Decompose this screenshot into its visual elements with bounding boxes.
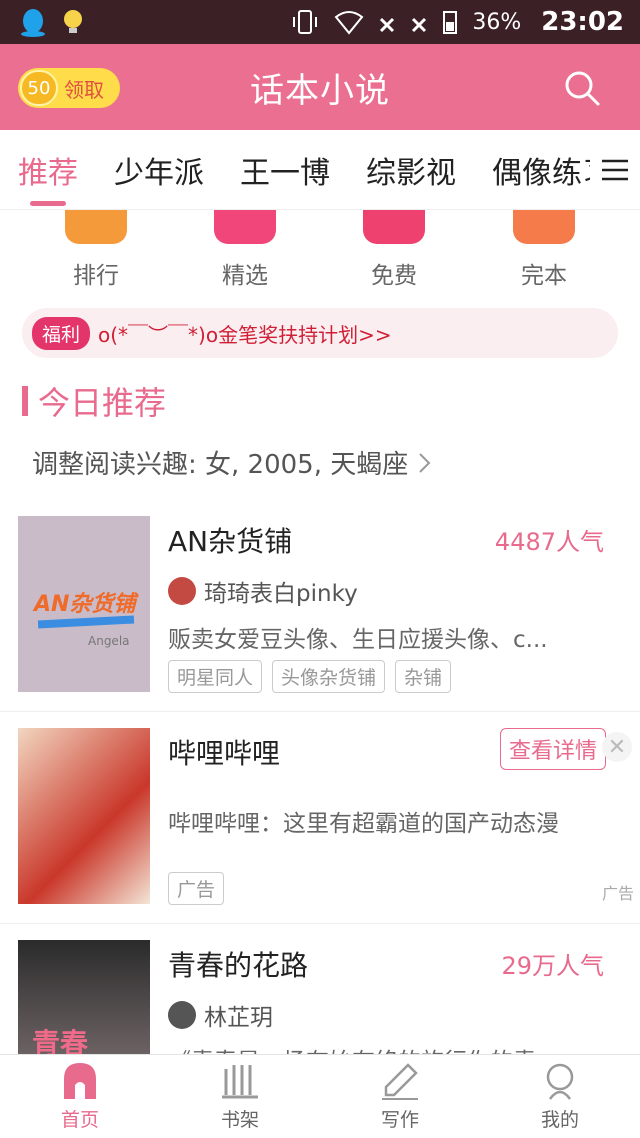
claim-label: 领取 [64, 77, 104, 102]
interest-text: 调整阅读兴趣: 女, 2005, 天蝎座 [32, 450, 409, 480]
bulb-notification-icon [64, 10, 82, 33]
avatar [168, 1001, 196, 1029]
ranking-label: 排行 [73, 263, 119, 289]
author-row: 林芷玥 [168, 998, 273, 1032]
claim-coins-button[interactable]: 50 领取 [18, 68, 120, 108]
star-icon [214, 210, 276, 244]
welfare-badge: 福利 [32, 316, 91, 350]
ad-tag: 广告 [168, 872, 225, 905]
tag[interactable]: 杂铺 [395, 660, 452, 693]
nav-home[interactable]: 首页 [0, 1055, 160, 1138]
tag[interactable]: 明星同人 [168, 660, 263, 693]
menu-icon [602, 159, 628, 181]
category-tabs: 推荐 少年派 王一博 综影视 偶像练习生 [0, 130, 640, 210]
ranking-shortcut[interactable]: 排行 [41, 210, 151, 290]
tab-film-tv[interactable]: 综影视 [366, 130, 456, 209]
cover-title: AN杂货铺 [34, 592, 136, 617]
profile-icon [546, 1063, 574, 1100]
tab-shaonianpai[interactable]: 少年派 [114, 130, 204, 209]
nav-write-label: 写作 [380, 1109, 419, 1131]
signal-off-icon-1 [380, 17, 395, 33]
tab-recommend[interactable]: 推荐 [18, 130, 78, 209]
book-cover: 青春 [18, 940, 150, 1054]
avatar [168, 577, 196, 605]
view-details-button[interactable]: 查看详情 [499, 728, 606, 770]
battery-icon [443, 11, 458, 34]
category-shortcuts: 排行 精选 免费 完本 [0, 210, 640, 300]
popularity: 29万人气 [501, 952, 604, 980]
cover-subtitle: Angela [88, 634, 130, 648]
welfare-banner[interactable]: 福利 o(*￣︶￣*)o金笔奖扶持计划>> [22, 308, 618, 358]
tabs-menu-button[interactable] [590, 130, 640, 209]
coin-icon: 50 [20, 70, 58, 106]
chevron-right-icon [419, 452, 431, 473]
adjust-interest-link[interactable]: 调整阅读兴趣: 女, 2005, 天蝎座 [32, 444, 434, 481]
tab-wangyibo[interactable]: 王一博 [240, 130, 330, 209]
pencil-icon [382, 1063, 418, 1100]
book-card[interactable]: AN杂货铺 Angela AN杂货铺 4487人气 琦琦表白pinky 贩卖女爱… [0, 500, 640, 712]
battery-percent: 36% [472, 9, 522, 35]
home-icon [64, 1063, 96, 1099]
bottom-nav: 首页 书架 写作 我的 [0, 1054, 640, 1138]
search-icon[interactable] [562, 68, 602, 108]
trophy-icon [65, 210, 127, 244]
section-title: 今日推荐 [38, 384, 167, 422]
book-card[interactable]: 青春 青春的花路 29万人气 林芷玥 《青春是一场有始有终的旅行你的青... [0, 924, 640, 1054]
book-cover: AN杂货铺 Angela [18, 516, 150, 692]
book-description: 贩卖女爱豆头像、生日应援头像、c... [168, 627, 548, 653]
completed-shortcut[interactable]: 完本 [489, 210, 599, 290]
ad-cover [18, 728, 150, 904]
nav-home-label: 首页 [60, 1109, 99, 1131]
nav-bookshelf[interactable]: 书架 [160, 1055, 320, 1138]
book-title: 青春的花路 [168, 949, 309, 982]
bookshelf-icon [222, 1065, 258, 1099]
status-bar: 36% 23:02 [0, 0, 640, 44]
completed-label: 完本 [521, 263, 567, 289]
cover-title: 青春 [32, 1027, 89, 1054]
ad-card[interactable]: 哔哩哔哩 查看详情 ✕ 哔哩哔哩：这里有超霸道的国产动态漫 广告 广告 [0, 712, 640, 924]
welfare-text: o(*￣︶￣*)o金笔奖扶持计划>> [98, 322, 392, 347]
tag-list: 明星同人 头像杂货铺 杂铺 [168, 660, 452, 693]
tag[interactable]: 头像杂货铺 [272, 660, 386, 693]
free-tag-icon [363, 210, 425, 244]
ad-description: 哔哩哔哩：这里有超霸道的国产动态漫 [168, 811, 559, 837]
featured-shortcut[interactable]: 精选 [190, 210, 300, 290]
signal-off-icon-2 [412, 17, 427, 33]
featured-label: 精选 [222, 263, 268, 289]
section-accent-bar [22, 386, 28, 416]
popularity: 4487人气 [494, 528, 604, 556]
author-name: 琦琦表白pinky [204, 581, 358, 607]
nav-write[interactable]: 写作 [320, 1055, 480, 1138]
nav-bookshelf-label: 书架 [220, 1109, 259, 1131]
checkmark-icon [513, 210, 575, 244]
book-title: AN杂货铺 [168, 525, 293, 558]
clock: 23:02 [541, 7, 624, 37]
book-description: 《青春是一场有始有终的旅行你的青... [168, 1042, 616, 1054]
wifi-icon [334, 11, 364, 35]
close-ad-icon[interactable]: ✕ [602, 732, 632, 762]
ad-title: 哔哩哔哩 [168, 737, 281, 770]
qq-icon [21, 9, 45, 37]
nav-profile[interactable]: 我的 [480, 1055, 640, 1138]
tag-list: 广告 [168, 872, 225, 905]
app-title: 话本小说 [250, 70, 390, 111]
free-label: 免费 [371, 263, 417, 289]
author-name: 林芷玥 [204, 1005, 273, 1031]
free-shortcut[interactable]: 免费 [339, 210, 449, 290]
author-row: 琦琦表白pinky [168, 574, 358, 608]
ad-mark: 广告 [601, 884, 634, 903]
vibrate-icon [293, 10, 318, 34]
app-header: 50 领取 话本小说 [0, 44, 640, 130]
nav-profile-label: 我的 [540, 1109, 579, 1131]
section-header: 今日推荐 [22, 380, 166, 422]
